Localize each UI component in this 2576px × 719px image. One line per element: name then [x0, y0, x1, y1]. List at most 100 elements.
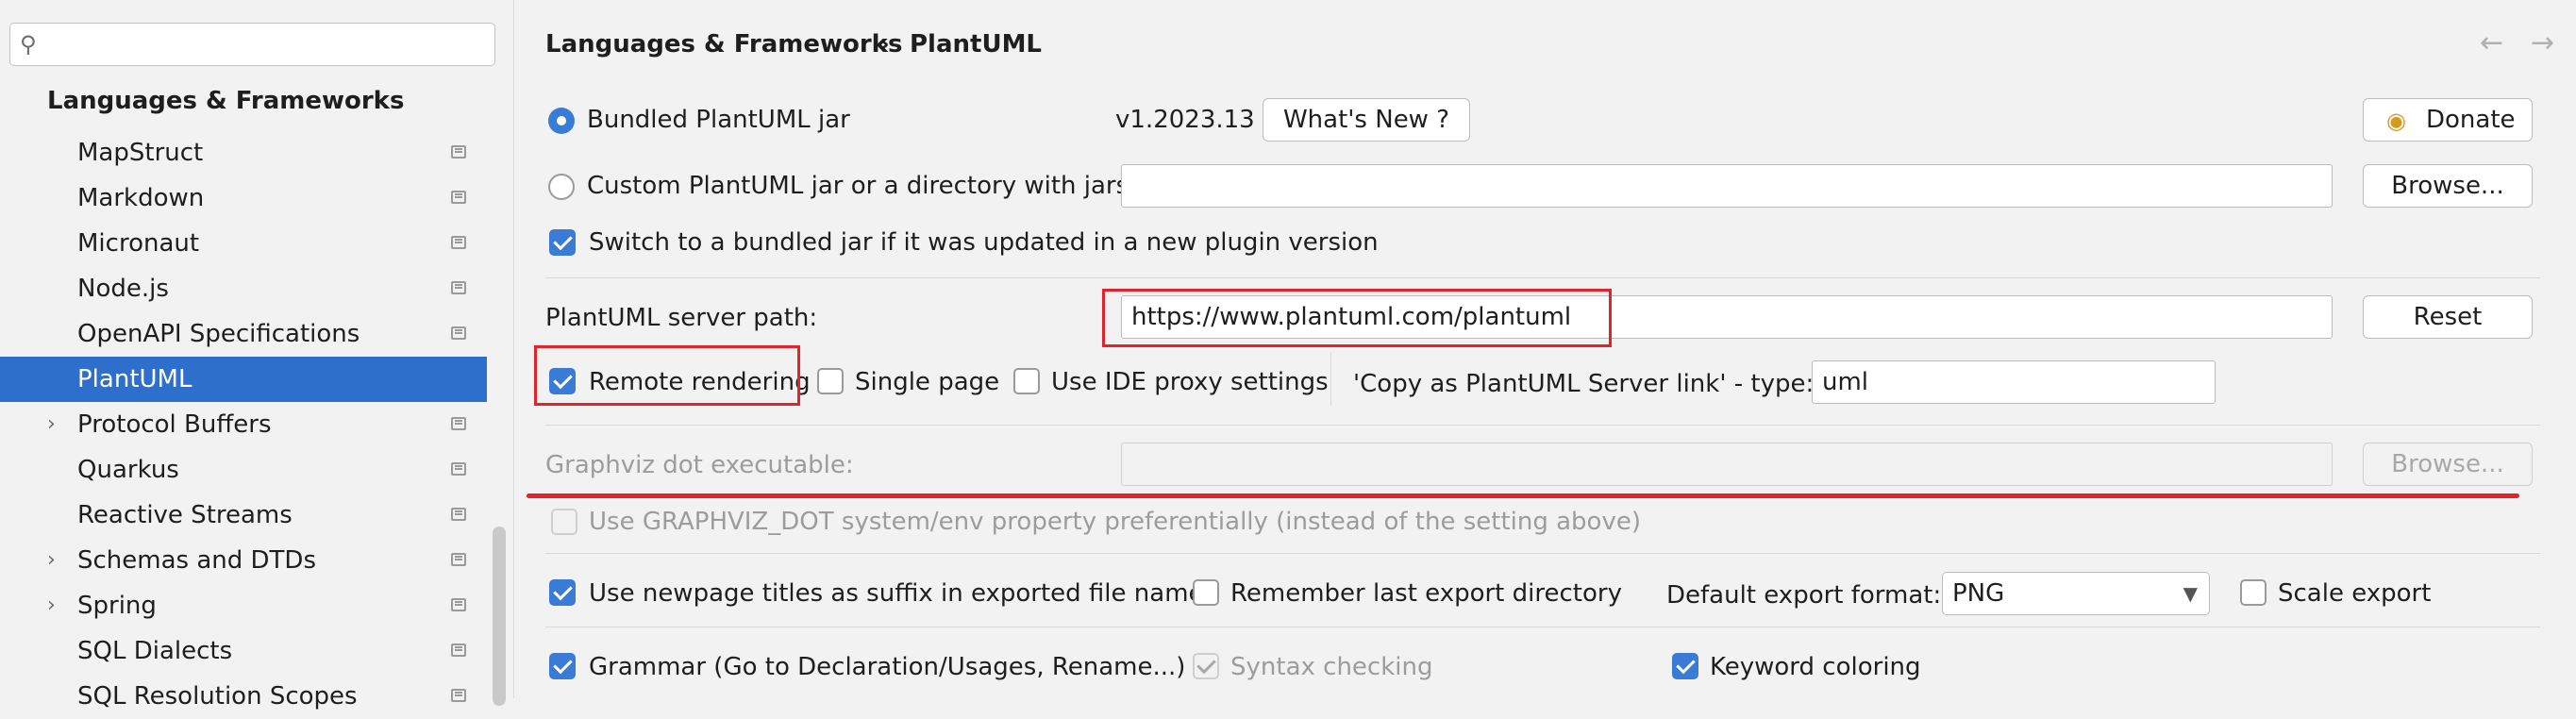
graphviz-path-field[interactable]: [1121, 443, 2333, 486]
newpage-suffix-checkbox[interactable]: [549, 579, 576, 606]
grammar-label: Grammar (Go to Declaration/Usages, Renam…: [589, 653, 1186, 681]
sidebar-item-plantuml[interactable]: PlantUML: [0, 357, 487, 402]
sidebar-item-label: MapStruct: [77, 139, 204, 167]
custom-jar-path-field[interactable]: [1121, 164, 2333, 208]
breadcrumb-current: PlantUML: [910, 30, 1043, 59]
syntax-checking-checkbox[interactable]: [1193, 653, 1219, 679]
switch-bundled-label: Switch to a bundled jar if it was update…: [589, 228, 1379, 257]
sidebar-scrollbar[interactable]: [493, 527, 506, 706]
copy-type-label: 'Copy as PlantUML Server link' - type:: [1353, 370, 1815, 398]
sidebar-item-label: SQL Resolution Scopes: [77, 682, 358, 711]
bundled-jar-radio[interactable]: [548, 108, 575, 134]
copy-type-field[interactable]: uml: [1812, 360, 2216, 404]
sidebar-item-schemas-and-dtds[interactable]: › Schemas and DTDs: [0, 538, 487, 583]
graphviz-label: Graphviz dot executable:: [545, 451, 854, 479]
graphviz-env-label: Use GRAPHVIZ_DOT system/env property pre…: [589, 508, 1641, 536]
project-settings-icon: [451, 281, 466, 294]
scale-export-checkbox[interactable]: [2240, 579, 2267, 606]
project-settings-icon: [451, 598, 466, 611]
annotation-underline: [527, 493, 2519, 498]
remember-export-dir-checkbox[interactable]: [1193, 579, 1219, 606]
custom-jar-radio[interactable]: [548, 174, 575, 200]
annotation-box-remote-rendering: [534, 345, 800, 406]
export-format-select[interactable]: PNG ▼: [1942, 572, 2210, 615]
sidebar-item-label: OpenAPI Specifications: [77, 320, 360, 348]
divider: [545, 425, 2540, 426]
sidebar-item-spring[interactable]: › Spring: [0, 583, 487, 628]
bundled-version: v1.2023.13: [1115, 106, 1255, 134]
sidebar-item-label: Micronaut: [77, 229, 200, 258]
sidebar-item-label: SQL Dialects: [77, 637, 233, 665]
single-page-checkbox[interactable]: [817, 368, 844, 394]
divider: [545, 553, 2540, 554]
export-format-value: PNG: [1952, 579, 2005, 608]
scale-export-label: Scale export: [2278, 579, 2432, 608]
remember-export-dir-label: Remember last export directory: [1230, 579, 1622, 608]
sidebar-section-title: Languages & Frameworks: [47, 87, 405, 115]
coins-icon: ◉: [2386, 108, 2406, 134]
graphviz-browse-button[interactable]: Browse...: [2363, 443, 2533, 486]
sidebar-item-sql-resolution-scopes[interactable]: SQL Resolution Scopes: [0, 674, 487, 719]
bundled-jar-label: Bundled PlantUML jar: [587, 106, 850, 134]
project-settings-icon: [451, 326, 466, 340]
sidebar-item-node-js[interactable]: Node.js: [0, 266, 487, 311]
project-settings-icon: [451, 462, 466, 476]
sidebar-item-label: Quarkus: [77, 456, 179, 484]
divider: [545, 277, 2540, 278]
chevron-right-icon[interactable]: ›: [47, 583, 56, 628]
custom-jar-browse-button[interactable]: Browse...: [2363, 164, 2533, 208]
sidebar-item-markdown[interactable]: Markdown: [0, 176, 487, 221]
sidebar-item-label: PlantUML: [77, 365, 192, 393]
project-settings-icon: [451, 553, 466, 566]
forward-arrow-icon[interactable]: →: [2531, 26, 2554, 59]
project-settings-icon: [451, 644, 466, 657]
sidebar-item-label: Spring: [77, 592, 157, 620]
donate-button[interactable]: ◉ Donate: [2363, 98, 2533, 142]
chevron-right-icon[interactable]: ›: [47, 402, 56, 447]
project-settings-icon: [451, 417, 466, 430]
whats-new-button[interactable]: What's New ?: [1263, 98, 1470, 142]
switch-bundled-checkbox[interactable]: [549, 229, 576, 256]
sidebar-item-sql-dialects[interactable]: SQL Dialects: [0, 628, 487, 674]
sidebar-item-protocol-buffers[interactable]: › Protocol Buffers: [0, 402, 487, 447]
sidebar-item-label: Protocol Buffers: [77, 410, 272, 439]
sidebar-item-label: Node.js: [77, 275, 169, 303]
newpage-suffix-label: Use newpage titles as suffix in exported…: [589, 579, 1217, 608]
breadcrumb-parent: Languages & Frameworks: [545, 30, 903, 59]
vertical-divider: [1330, 353, 1331, 406]
donate-label: Donate: [2426, 106, 2516, 134]
grammar-checkbox[interactable]: [549, 653, 576, 679]
project-settings-icon: [451, 689, 466, 702]
sidebar-item-micronaut[interactable]: Micronaut: [0, 221, 487, 266]
proxy-checkbox[interactable]: [1013, 368, 1040, 394]
sidebar-item-label: Schemas and DTDs: [77, 546, 316, 575]
chevron-right-icon[interactable]: ›: [47, 538, 56, 583]
project-settings-icon: [451, 191, 466, 204]
chevron-down-icon: ▼: [2183, 582, 2198, 605]
reset-button[interactable]: Reset: [2363, 295, 2533, 339]
custom-jar-label: Custom PlantUML jar or a directory with …: [587, 172, 1137, 200]
settings-search-input[interactable]: ⚲: [9, 23, 495, 66]
graphviz-env-checkbox[interactable]: [551, 509, 577, 535]
sidebar-item-label: Reactive Streams: [77, 501, 293, 529]
server-path-label: PlantUML server path:: [545, 304, 818, 332]
sidebar-item-reactive-streams[interactable]: Reactive Streams: [0, 493, 487, 538]
keyword-coloring-label: Keyword coloring: [1710, 653, 1921, 681]
sidebar-item-quarkus[interactable]: Quarkus: [0, 447, 487, 493]
settings-sidebar: ⚲ Languages & Frameworks MapStruct Markdo…: [0, 0, 514, 711]
project-settings-icon: [451, 145, 466, 159]
single-page-label: Single page: [855, 368, 1000, 396]
annotation-box-server-path: [1102, 289, 1612, 347]
breadcrumb-separator: ›: [879, 30, 890, 59]
proxy-label: Use IDE proxy settings: [1051, 368, 1329, 396]
project-settings-icon: [451, 508, 466, 521]
syntax-checking-label: Syntax checking: [1230, 653, 1433, 681]
sidebar-item-openapi-specifications[interactable]: OpenAPI Specifications: [0, 311, 487, 357]
sidebar-item-label: Markdown: [77, 184, 205, 212]
search-icon: ⚲: [20, 31, 37, 58]
export-format-label: Default export format:: [1666, 581, 1942, 610]
keyword-coloring-checkbox[interactable]: [1672, 653, 1698, 679]
project-settings-icon: [451, 236, 466, 249]
back-arrow-icon[interactable]: ←: [2480, 26, 2503, 59]
sidebar-item-mapstruct[interactable]: MapStruct: [0, 130, 487, 176]
